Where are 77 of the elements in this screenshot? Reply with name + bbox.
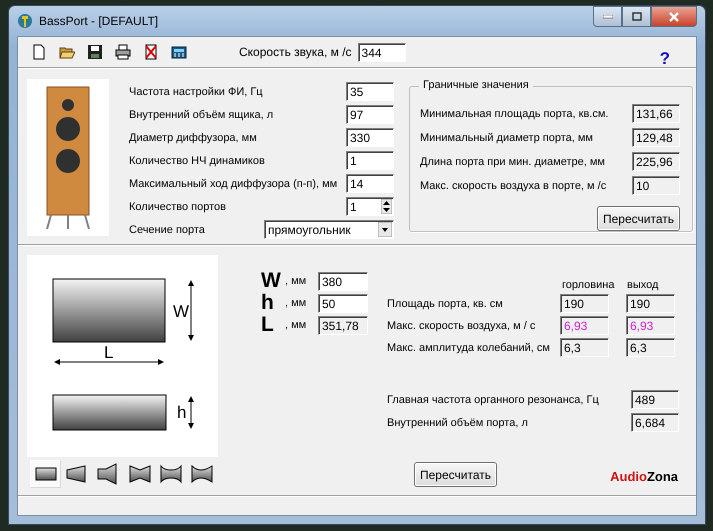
dropdown-arrow-icon[interactable] xyxy=(378,222,392,237)
dimension-label: L xyxy=(104,343,114,362)
field-label: Минимальный диаметр порта, мм xyxy=(420,132,593,144)
unit-label: , мм xyxy=(285,275,308,287)
field-label: Макс. скорость воздуха, м / с xyxy=(387,320,536,332)
maximize-icon xyxy=(632,12,642,21)
logo: AudioZona xyxy=(610,469,678,484)
help-button[interactable]: ? xyxy=(660,49,670,69)
field-label: Внутренний объём ящика, л xyxy=(129,108,274,120)
height-dimension-arrow xyxy=(188,396,194,429)
field-label: Частота настройки ФИ, Гц xyxy=(129,86,264,98)
window-title: BassPort - [DEFAULT] xyxy=(39,14,158,28)
field-label: Скорость звука, м /с xyxy=(239,45,352,59)
field-label: Длина порта при мин. диаметре, мм xyxy=(420,156,605,168)
port-shape-icon xyxy=(190,463,214,485)
value-field: 129,48 xyxy=(632,128,680,147)
value-field: 351,78 xyxy=(318,316,368,334)
dimension-letter: L xyxy=(261,315,275,335)
field-label: Количество портов xyxy=(129,200,227,212)
value-field: 6,93 xyxy=(626,316,675,335)
port-shape-icon xyxy=(158,463,183,485)
value-field: 131,66 xyxy=(632,104,680,123)
column-header: горловина xyxy=(562,279,616,291)
value-field: 6,93 xyxy=(560,316,609,335)
value-field: 10 xyxy=(632,176,680,195)
input-field[interactable]: 1 xyxy=(346,151,394,170)
dimension-letter: W xyxy=(261,271,282,291)
close-icon xyxy=(668,12,680,22)
input-field[interactable]: 330 xyxy=(346,128,394,147)
unit-label: , мм xyxy=(285,319,308,331)
port-shape-button[interactable] xyxy=(30,460,62,488)
value-field: 190 xyxy=(560,294,609,313)
field-label: Макс. скорость воздуха в порте, м /с xyxy=(420,180,606,192)
close-button[interactable] xyxy=(651,6,697,27)
port-shape-icon xyxy=(128,463,152,485)
field-label: Диаметр диффузора, мм xyxy=(129,132,258,144)
input-field[interactable]: 380 xyxy=(318,272,368,290)
save-icon[interactable] xyxy=(87,44,103,60)
field-label: Главная частота органного резонанса, Гц xyxy=(387,394,599,406)
value-field: 225,96 xyxy=(632,152,680,171)
field-label: Макс. амплитуда колебаний, см xyxy=(387,342,551,354)
value-field: 190 xyxy=(626,294,675,313)
field-label: Минимальная площадь порта, кв.см. xyxy=(420,108,608,120)
field-label: Максимальный ход диффузора (п-п), мм xyxy=(129,178,338,190)
input-field[interactable]: 97 xyxy=(346,105,394,124)
maximize-button[interactable] xyxy=(622,6,651,27)
dimension-label: W xyxy=(173,302,190,321)
dimension-letter: h xyxy=(261,293,275,313)
value-field: 489 xyxy=(631,390,679,409)
dimension-label: h xyxy=(177,403,186,422)
recalculate-button[interactable]: Пересчитать xyxy=(414,462,497,487)
value-field: 6,3 xyxy=(560,338,609,357)
value-field: 6,684 xyxy=(631,413,679,432)
unit-label: , мм xyxy=(285,297,308,309)
field-label: Внутренний объём порта, л xyxy=(387,416,528,428)
input-field[interactable]: 35 xyxy=(346,82,394,101)
input-field[interactable]: 14 xyxy=(346,174,394,193)
input-field[interactable]: 50 xyxy=(318,294,368,312)
calculator-icon[interactable] xyxy=(171,44,187,60)
column-header: выход xyxy=(627,279,660,291)
field-label: Площадь порта, кв. см xyxy=(387,298,504,310)
width-dimension-arrow xyxy=(188,280,194,341)
minimize-icon xyxy=(602,14,612,18)
field-label: Количество НЧ динамиков xyxy=(129,154,266,166)
input-field[interactable]: 344 xyxy=(358,42,406,62)
value-field: 6,3 xyxy=(626,338,675,357)
spin-field[interactable]: 1 xyxy=(346,197,394,216)
print-icon[interactable] xyxy=(115,44,131,60)
delete-icon[interactable] xyxy=(143,44,159,60)
group-title: Граничные значения xyxy=(419,79,533,91)
dropdown[interactable]: прямоугольник xyxy=(264,220,394,239)
new-document-icon[interactable] xyxy=(31,44,47,60)
recalculate-button[interactable]: Пересчитать xyxy=(597,206,680,231)
spin-arrows-icon[interactable] xyxy=(381,199,392,214)
minimize-button[interactable] xyxy=(593,6,622,27)
field-label: Сечение порта xyxy=(129,224,206,236)
app-icon xyxy=(17,13,33,29)
